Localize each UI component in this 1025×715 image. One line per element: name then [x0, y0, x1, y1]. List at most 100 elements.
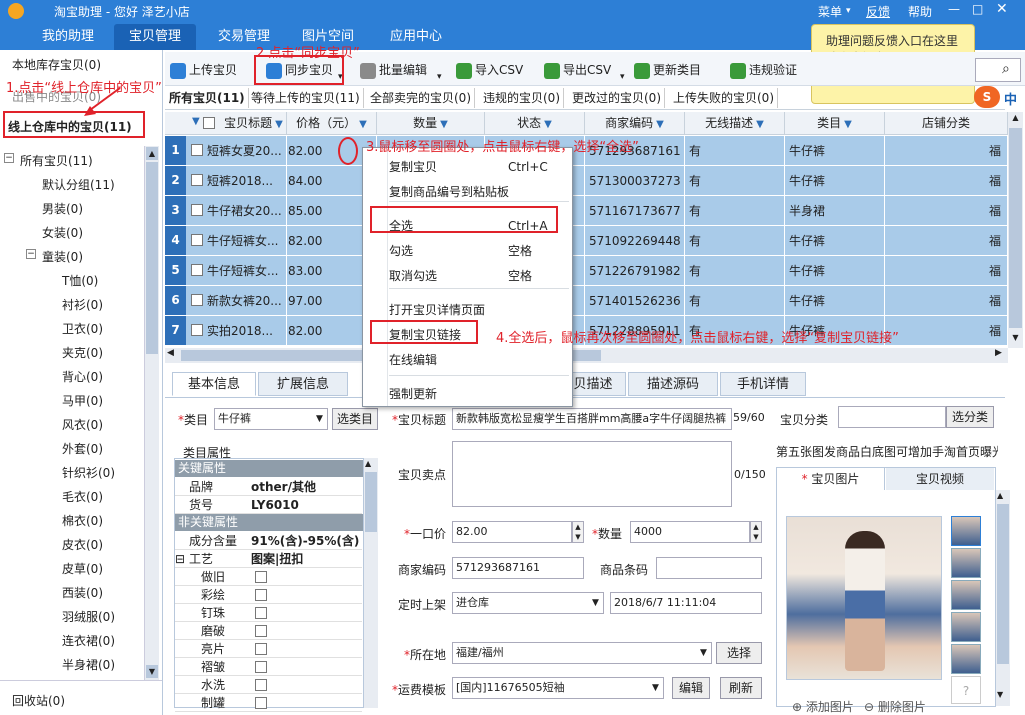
scroll-left-icon[interactable]: ◀ [167, 348, 174, 358]
add-image-link[interactable]: ⊕ 添加图片 [792, 698, 854, 715]
scroll-thumb[interactable] [997, 504, 1009, 664]
table-row[interactable]: 6 新款女裤20... 97.00 571401526236 有 牛仔裤 福 [165, 286, 1008, 316]
row-checkbox[interactable] [191, 234, 203, 246]
tree-item[interactable]: 夹克(0) [62, 344, 103, 361]
tree-item[interactable]: 半身裙(0) [62, 656, 115, 673]
thumbnail-2[interactable] [951, 548, 981, 578]
row-price-cell[interactable]: 82.00 [288, 316, 358, 346]
tree-item[interactable]: T恤(0) [62, 272, 98, 289]
row-title-cell[interactable]: 牛仔裙女20... [207, 196, 287, 226]
menu-copy-item-id[interactable]: 复制商品编号到粘贴板 [363, 182, 572, 202]
dropdown-arrow-icon[interactable]: ▾ [620, 72, 625, 82]
feedback-link[interactable]: 反馈 [866, 3, 890, 20]
close-icon[interactable]: ✕ [996, 1, 1008, 17]
tree-expander-icon[interactable]: − [26, 249, 36, 259]
attr-craft-checkbox[interactable] [255, 607, 267, 619]
attr-craft-checkbox[interactable] [255, 697, 267, 709]
empty-thumbnail-slot[interactable]: ? [951, 676, 981, 704]
search-icon[interactable]: ⌕ [1002, 61, 1010, 77]
attr-craft-option[interactable]: 钉珠 [175, 604, 362, 622]
menu-uncheck[interactable]: 取消勾选 空格 [363, 266, 572, 286]
attr-craft-checkbox[interactable] [255, 571, 267, 583]
select-category-button[interactable]: 选类目 [332, 408, 378, 430]
attr-craft-option[interactable]: 亮片 [175, 640, 362, 658]
row-price-cell[interactable]: 97.00 [288, 286, 358, 316]
menu-copy-item[interactable]: 复制宝贝 Ctrl+C [363, 157, 572, 177]
row-merchant-code-cell[interactable]: 571401526236 [589, 286, 685, 316]
location-select[interactable]: 福建/福州 [452, 642, 712, 664]
row-category-cell[interactable]: 半身裙 [789, 196, 869, 226]
row-wireless-cell[interactable]: 有 [689, 256, 729, 286]
tree-item[interactable]: 针织衫(0) [62, 464, 115, 481]
scroll-thumb[interactable] [146, 162, 158, 354]
qty-input[interactable]: 4000 [630, 521, 750, 543]
filter-icon[interactable]: ▼ [756, 119, 764, 130]
row-title-cell[interactable]: 实拍2018... [207, 316, 287, 346]
tree-item[interactable]: 棉衣(0) [62, 512, 103, 529]
table-row[interactable]: 4 牛仔短裤女... 82.00 571092269448 有 牛仔裤 福 [165, 226, 1008, 256]
tree-item[interactable]: 羽绒服(0) [62, 608, 115, 625]
row-price-cell[interactable]: 85.00 [288, 196, 358, 226]
col-title[interactable]: 宝贝标题 ▼ [221, 112, 287, 134]
row-category-cell[interactable]: 牛仔裤 [789, 136, 869, 166]
thumbnail-1[interactable] [951, 516, 981, 546]
tree-item[interactable]: 背心(0) [62, 368, 103, 385]
tree-scrollbar[interactable]: ▲ ▼ [144, 146, 159, 680]
price-stepper[interactable]: ▲ ▼ [572, 521, 584, 543]
row-price-cell[interactable]: 84.00 [288, 166, 358, 196]
col-price[interactable]: 价格（元） ▼ [287, 112, 377, 134]
row-category-cell[interactable]: 牛仔裤 [789, 256, 869, 286]
title-input[interactable]: 新款韩版宽松显瘦学生百搭胖mm高腰a字牛仔阔腿热裤 [452, 408, 732, 430]
price-input[interactable]: 82.00 [452, 521, 572, 543]
tree-item[interactable]: 男装(0) [42, 200, 83, 217]
barcode-input[interactable] [656, 557, 762, 579]
row-price-cell[interactable]: 82.00 [288, 226, 358, 256]
row-wireless-cell[interactable]: 有 [689, 286, 729, 316]
toolbar-button-import-csv[interactable]: 导入CSV [456, 55, 523, 85]
tab-extended-info[interactable]: 扩展信息 [258, 372, 348, 396]
attr-content-value[interactable]: 91%(含)-95%(含) [251, 532, 359, 550]
dropdown-arrow-icon[interactable]: ▾ [437, 72, 442, 82]
row-shop-category-cell[interactable]: 福 [989, 196, 1009, 226]
row-shop-category-cell[interactable]: 福 [989, 136, 1009, 166]
row-shop-category-cell[interactable]: 福 [989, 316, 1009, 346]
col-qty[interactable]: 数量 ▼ [377, 112, 485, 134]
collapse-icon[interactable]: ⊟ [175, 550, 185, 568]
row-category-cell[interactable]: 牛仔裤 [789, 166, 869, 196]
row-merchant-code-cell[interactable]: 571226791982 [589, 256, 685, 286]
header-filter-icon[interactable]: ▼ [192, 116, 200, 127]
tab-item-video[interactable]: 宝贝视频 [886, 468, 994, 490]
row-title-cell[interactable]: 短裤2018... [207, 166, 287, 196]
row-shop-category-cell[interactable]: 福 [989, 226, 1009, 256]
scroll-down-icon[interactable]: ▼ [997, 690, 1003, 699]
col-code[interactable]: 商家编码 ▼ [585, 112, 685, 134]
row-title-cell[interactable]: 牛仔短裤女... [207, 226, 287, 256]
row-shop-category-cell[interactable]: 福 [989, 166, 1009, 196]
delete-image-link[interactable]: ⊖ 删除图片 [864, 698, 926, 715]
thumbnail-3[interactable] [951, 580, 981, 610]
nav-app-center[interactable]: 应用中心 [378, 24, 454, 50]
attr-craft-option[interactable]: 磨破 [175, 622, 362, 640]
attr-scrollbar[interactable]: ▲ [364, 458, 378, 708]
selling-point-textarea[interactable] [452, 441, 732, 507]
toolbar-button-upload[interactable]: 上传宝贝 [170, 55, 237, 85]
table-row[interactable]: 5 牛仔短裤女... 83.00 571226791982 有 牛仔裤 福 [165, 256, 1008, 286]
col-wireless[interactable]: 无线描述 ▼ [685, 112, 785, 134]
row-wireless-cell[interactable]: 有 [689, 166, 729, 196]
attr-craft-option[interactable]: 水洗 [175, 676, 362, 694]
filter-icon[interactable]: ▼ [440, 119, 448, 130]
col-shop-category[interactable]: 店铺分类 [885, 112, 1008, 134]
row-checkbox[interactable] [191, 264, 203, 276]
row-price-cell[interactable]: 83.00 [288, 256, 358, 286]
tree-item[interactable]: 连衣裙(0) [62, 632, 115, 649]
menu-open-detail[interactable]: 打开宝贝详情页面 [363, 300, 572, 320]
attr-craft-checkbox[interactable] [255, 661, 267, 673]
row-shop-category-cell[interactable]: 福 [989, 256, 1009, 286]
scroll-up-icon[interactable]: ▲ [997, 491, 1003, 500]
scroll-up-icon[interactable]: ▲ [1009, 113, 1022, 126]
row-title-cell[interactable]: 新款女裤20... [207, 286, 287, 316]
select-location-button[interactable]: 选择 [716, 642, 762, 664]
nav-item-management[interactable]: 宝贝管理 [114, 24, 196, 50]
shipping-template-select[interactable]: [国内]11676505短袖 [452, 677, 664, 699]
row-category-cell[interactable]: 牛仔裤 [789, 226, 869, 256]
